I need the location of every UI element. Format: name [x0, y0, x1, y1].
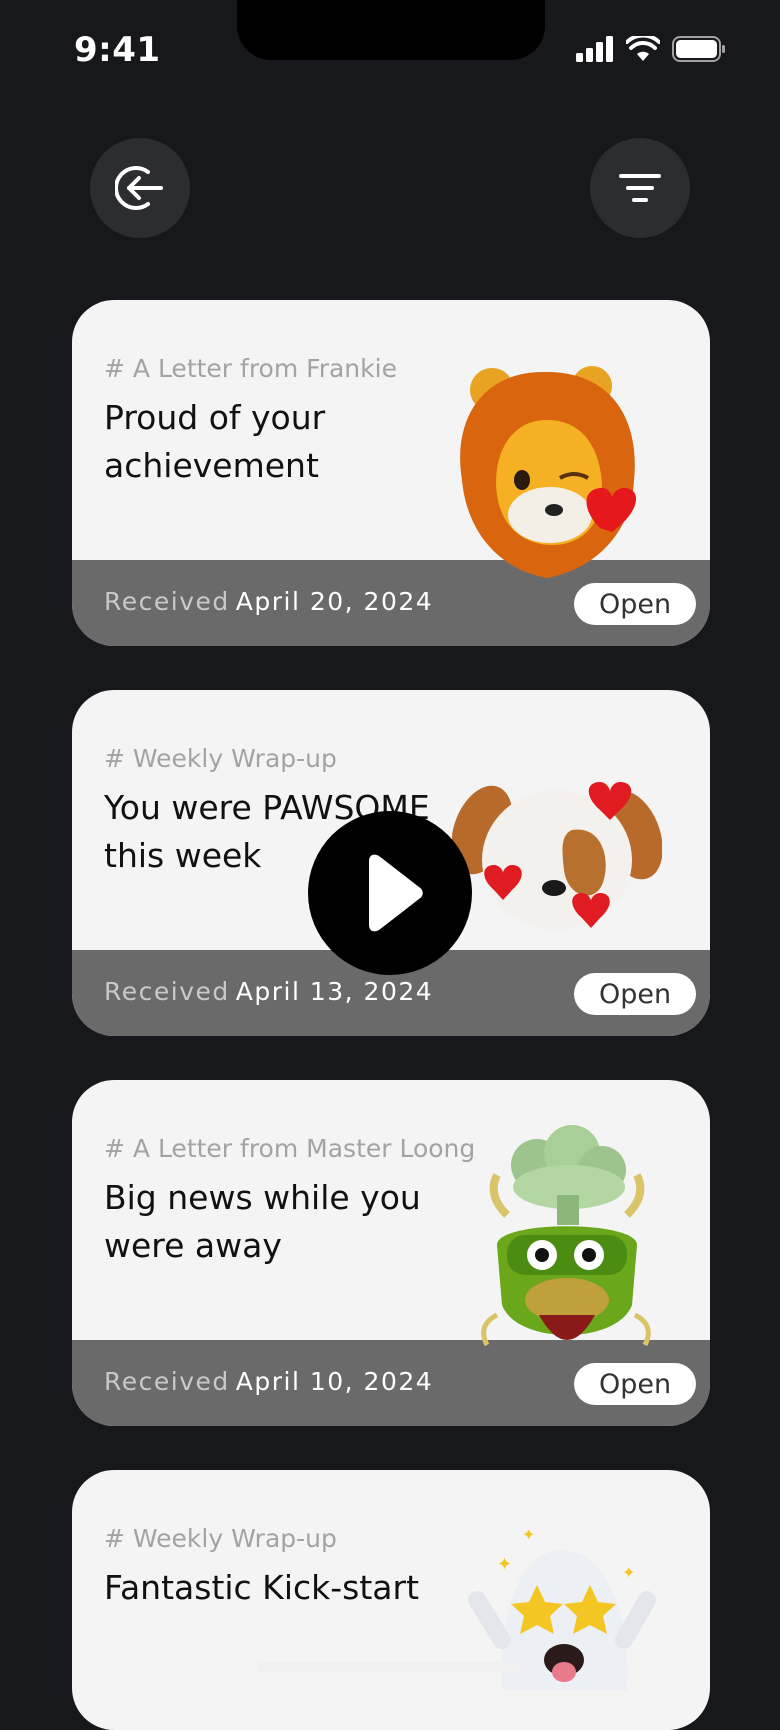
circle-arrow-left-icon — [115, 166, 163, 210]
received-info: Received April 10, 2024 — [104, 1367, 433, 1396]
letter-title: Proud of your achievement — [104, 398, 326, 485]
received-label: Received — [104, 587, 230, 616]
play-icon — [369, 854, 423, 932]
letter-tag: # A Letter from Frankie — [104, 354, 397, 383]
dragon-emoji-icon — [481, 1125, 651, 1347]
letter-title: Big news while you were away — [104, 1178, 421, 1265]
received-info: Received April 13, 2024 — [104, 977, 433, 1006]
status-icons — [576, 36, 726, 62]
received-date: April 10, 2024 — [235, 1367, 434, 1396]
status-time: 9:41 — [74, 30, 161, 70]
received-label: Received — [104, 1367, 230, 1396]
play-button[interactable] — [308, 811, 472, 975]
open-button[interactable]: Open — [574, 973, 696, 1015]
received-label: Received — [104, 977, 230, 1006]
received-info: Received April 20, 2024 — [104, 587, 433, 616]
device-notch — [237, 0, 545, 60]
back-button[interactable] — [90, 138, 190, 238]
dog-emoji-icon — [452, 782, 662, 930]
svg-text:✦: ✦ — [622, 1563, 635, 1582]
svg-text:✦: ✦ — [497, 1554, 512, 1575]
home-indicator[interactable] — [257, 1662, 523, 1672]
letter-title: Fantastic Kick-start — [104, 1568, 420, 1607]
letter-card[interactable]: # A Letter from Frankie Proud of your ac… — [72, 300, 710, 646]
signal-icon — [576, 36, 613, 62]
received-date: April 20, 2024 — [235, 587, 434, 616]
letter-tag: # A Letter from Master Loong — [104, 1134, 476, 1163]
filter-lines-icon — [619, 174, 661, 202]
letter-card[interactable]: # A Letter from Master Loong Big news wh… — [72, 1080, 710, 1426]
filter-button[interactable] — [590, 138, 690, 238]
open-button[interactable]: Open — [574, 583, 696, 625]
svg-text:✦: ✦ — [522, 1530, 535, 1544]
received-date: April 13, 2024 — [235, 977, 434, 1006]
wifi-icon — [626, 36, 660, 61]
letter-tag: # Weekly Wrap-up — [104, 744, 337, 773]
lion-emoji-icon — [460, 366, 637, 578]
letter-card[interactable]: # Weekly Wrap-up Fantastic Kick-start ✦ … — [72, 1470, 710, 1730]
battery-icon — [672, 36, 725, 62]
letter-tag: # Weekly Wrap-up — [104, 1524, 337, 1553]
